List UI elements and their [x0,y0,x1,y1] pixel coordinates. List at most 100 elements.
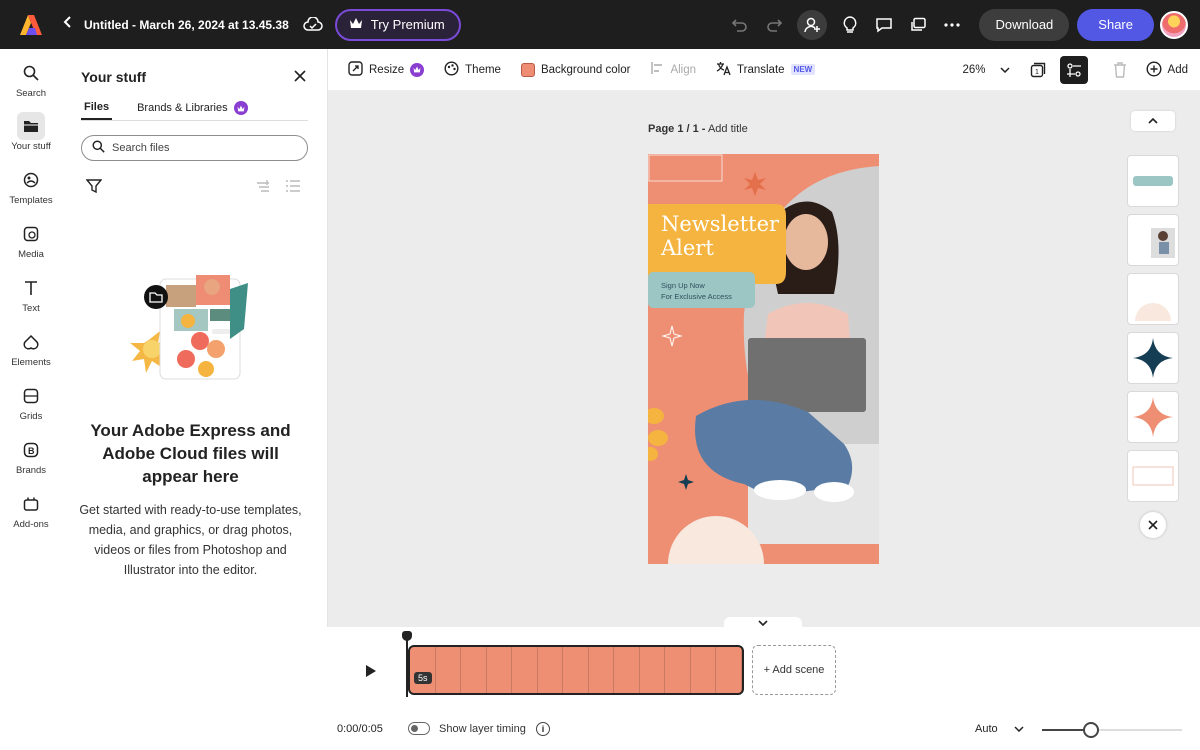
info-icon[interactable]: i [536,722,550,736]
rail-label: Search [15,88,47,99]
tab-files[interactable]: Files [81,101,113,120]
try-premium-button[interactable]: Try Premium [334,8,461,41]
layer-thumbnail[interactable] [1127,214,1179,266]
empty-state-illustration [130,269,250,399]
palette-icon [444,60,459,79]
rail-item-text[interactable]: Text [0,274,62,314]
rail-item-search[interactable]: Search [0,59,62,99]
avatar[interactable] [1160,10,1188,39]
page-number: Page 1 / 1 - [648,123,706,135]
rail-label: Elements [11,357,51,368]
background-color-swatch [520,62,535,77]
quality-dropdown[interactable]: Auto [975,723,1024,735]
align-icon [650,61,664,78]
sort-icon[interactable] [255,179,271,196]
rail-item-templates[interactable]: Templates [0,166,62,206]
time-readout: 0:00/0:05 [337,723,383,735]
search-files-field[interactable] [81,135,308,161]
canvas-area: Resize Theme Background color Align Tran… [328,49,1200,629]
rail-item-addons[interactable]: Add-ons [0,490,62,530]
templates-icon [17,166,45,194]
page-label: Page 1 / 1 - Add title [648,123,748,135]
toolbar-right: 26% 1 Add [963,49,1188,91]
scene-clip[interactable] [408,645,744,695]
empty-state-description: Get started with ready-to-use templates,… [79,503,302,577]
clip-frame [665,647,691,693]
add-scene-button[interactable]: + Add scene [752,645,836,695]
rail-item-elements[interactable]: Elements [0,328,62,368]
zoom-value: 26% [962,64,986,76]
rail-item-grids[interactable]: Grids [0,382,62,422]
list-view-icon[interactable] [285,179,301,196]
add-button[interactable]: Add [1146,60,1188,80]
layer-thumbnail[interactable] [1127,450,1179,502]
design-page[interactable]: Newsletter Alert Sign Up Now For Exclusi… [648,154,879,564]
layer-timing-toggle[interactable] [408,722,430,735]
comment-icon[interactable] [867,8,901,42]
search-files-input[interactable] [112,142,292,154]
page-count-icon[interactable]: 1 [1024,56,1052,84]
clip-frame [487,647,513,693]
rail-item-media[interactable]: Media [0,220,62,260]
translate-button[interactable]: Translate NEW [716,61,816,79]
tab-brands-libraries[interactable]: Brands & Libraries [134,101,251,120]
add-label: Add [1167,64,1188,76]
present-icon[interactable] [901,8,935,42]
lightbulb-icon[interactable] [833,8,867,42]
rail-item-your-stuff[interactable]: Your stuff [0,112,62,152]
new-badge: NEW [790,64,816,75]
adobe-express-logo-icon[interactable] [14,8,48,42]
zoom-dropdown[interactable]: 26% [963,64,1010,76]
undo-icon[interactable] [723,8,757,42]
layer-thumbnail[interactable] [1127,332,1179,384]
cta-line-1: Sign Up Now [661,281,705,290]
document-title[interactable]: Untitled - March 26, 2024 at 13.45.38 [84,18,289,32]
align-button[interactable]: Align [650,61,696,78]
back-chevron-icon[interactable] [60,15,76,34]
design-cta[interactable]: Sign Up Now For Exclusive Access [661,280,732,302]
share-button[interactable]: Share [1077,8,1154,41]
resize-button[interactable]: Resize [348,60,425,79]
panel-tabs: Files Brands & Libraries [81,101,308,121]
layers-toggle-icon[interactable] [1059,56,1088,84]
clip-frame [563,647,589,693]
tab-brands-label: Brands & Libraries [137,102,228,114]
background-color-button[interactable]: Background color [520,62,631,77]
timeline-zoom-slider[interactable] [1042,722,1182,738]
redo-icon[interactable] [757,8,791,42]
clip-frame [461,647,487,693]
download-button[interactable]: Download [979,8,1070,41]
clip-duration-badge: 5s [414,672,432,684]
layer-thumbnails [1127,155,1179,509]
layer-thumbnail[interactable] [1127,391,1179,443]
svg-text:1: 1 [1035,69,1039,76]
close-icon[interactable] [291,67,309,85]
page-title-input[interactable]: Add title [708,123,748,135]
empty-state-heading: Your Adobe Express and Adobe Cloud files… [90,421,291,486]
clip-frame [691,647,717,693]
layer-thumbnail[interactable] [1127,273,1179,325]
rail-item-brands[interactable]: B Brands [0,436,62,476]
background-color-label: Background color [540,63,631,76]
more-options-icon[interactable] [935,8,969,42]
design-headline[interactable]: Newsletter Alert [661,212,779,260]
quality-value: Auto [975,723,998,735]
clip-frame [614,647,640,693]
close-icon[interactable] [1140,512,1166,538]
slider-knob[interactable] [1083,722,1099,738]
filter-icon[interactable] [85,179,103,196]
delete-icon[interactable] [1106,56,1134,84]
try-premium-label: Try Premium [370,17,445,32]
play-button[interactable] [352,653,388,689]
left-rail: Search Your stuff Templates Media Text E… [0,49,62,627]
media-icon [17,220,45,248]
plus-circle-icon [1146,60,1162,80]
translate-icon [716,61,731,79]
layer-thumbnail[interactable] [1127,155,1179,207]
layer-timing-label: Show layer timing [439,723,526,735]
invite-user-icon[interactable] [797,9,828,40]
cloud-sync-icon[interactable] [303,15,323,35]
scroll-up-button[interactable] [1131,111,1175,131]
rail-label: Brands [15,465,47,476]
theme-button[interactable]: Theme [444,60,501,79]
